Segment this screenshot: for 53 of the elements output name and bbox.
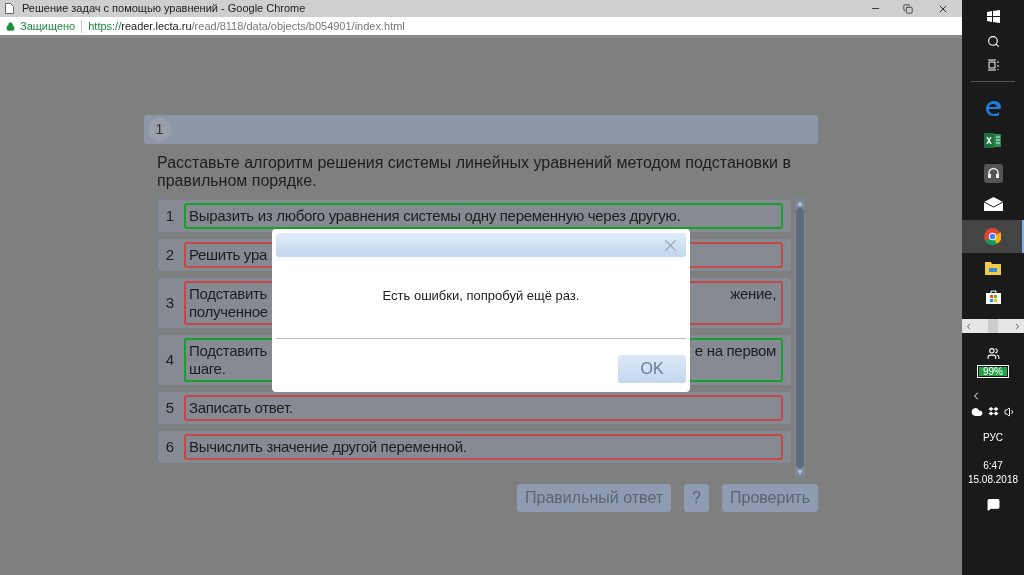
answer-text: е на первом	[694, 342, 776, 360]
answer-card[interactable]: Выразить из любого уравнения системы одну переменную через другую.	[184, 203, 783, 229]
window-title: Решение задач с помощью уравнений - Google Chrome	[22, 1, 306, 17]
row-number: 4	[164, 349, 176, 370]
restore-icon[interactable]	[903, 3, 913, 14]
row-number: 6	[164, 436, 176, 457]
answer-text: Решить ура	[189, 246, 267, 264]
language-indicator[interactable]: РУС	[983, 430, 1003, 445]
volume-icon[interactable]	[1003, 406, 1016, 418]
ok-button[interactable]: OK	[618, 354, 686, 383]
answer-text: Вычислить значение другой переменной.	[189, 438, 467, 456]
row-number: 1	[164, 205, 176, 226]
answer-text: Записать ответ.	[189, 399, 293, 417]
notifications-icon[interactable]	[986, 498, 1000, 511]
row-number: 2	[164, 244, 176, 265]
store-icon[interactable]	[985, 289, 1001, 304]
mail-icon[interactable]	[983, 197, 1003, 211]
row-number: 5	[164, 397, 176, 418]
security-label: Защищено	[20, 18, 76, 34]
people-icon[interactable]	[986, 347, 1000, 360]
start-icon[interactable]	[986, 10, 1000, 23]
folder-icon[interactable]	[985, 261, 1001, 275]
headphones-icon[interactable]	[983, 164, 1003, 183]
answer-text: жение,	[730, 285, 776, 303]
scroll-right-icon[interactable]	[1013, 321, 1022, 331]
spreadsheet-icon[interactable]	[984, 132, 1002, 149]
answer-text: полученное	[189, 303, 268, 321]
task-view-icon[interactable]	[986, 59, 1000, 71]
clock-time[interactable]: 6:47	[983, 460, 1003, 472]
lock-icon	[6, 21, 15, 31]
question-text: Расставьте алгоритм решения системы линейных уравнений методом подстановки в правильном порядке.	[156, 154, 792, 190]
answer-text: Подставить	[189, 285, 268, 303]
cloud-icon[interactable]	[970, 406, 983, 418]
answer-card[interactable]: Вычислить значение другой переменной.	[184, 434, 783, 460]
answer-text: Подставить	[189, 342, 268, 360]
answer-card[interactable]: Записать ответ.	[184, 395, 783, 421]
answer-text: шаге.	[189, 360, 226, 378]
clock-date[interactable]: 15.08.2018	[967, 474, 1019, 486]
answer-text: Выразить из любого уравнения системы одну переменную через другую.	[189, 207, 681, 225]
browser-icon[interactable]	[984, 100, 1002, 117]
scroll-thumb[interactable]	[988, 319, 998, 333]
task-number: 1	[148, 118, 171, 141]
battery-indicator[interactable]: 99%	[977, 365, 1009, 378]
dropbox-icon[interactable]	[987, 407, 999, 417]
search-icon[interactable]	[986, 35, 1000, 48]
url-text: https://reader.lecta.ru/read/8118/data/objects/b054901/index.html	[88, 18, 405, 34]
chrome-icon[interactable]	[983, 228, 1001, 245]
page-icon	[5, 3, 14, 14]
address-bar[interactable]: Защищено https://reader.lecta.ru/read/8118/data/objects/b054901/index.html	[0, 17, 962, 38]
row-number: 3	[164, 292, 176, 313]
scroll-left-icon[interactable]	[964, 321, 973, 331]
dialog-message: Есть ошибки, попробуй ещё раз.	[381, 287, 581, 305]
taskbar-scrollbar[interactable]	[962, 319, 1024, 333]
